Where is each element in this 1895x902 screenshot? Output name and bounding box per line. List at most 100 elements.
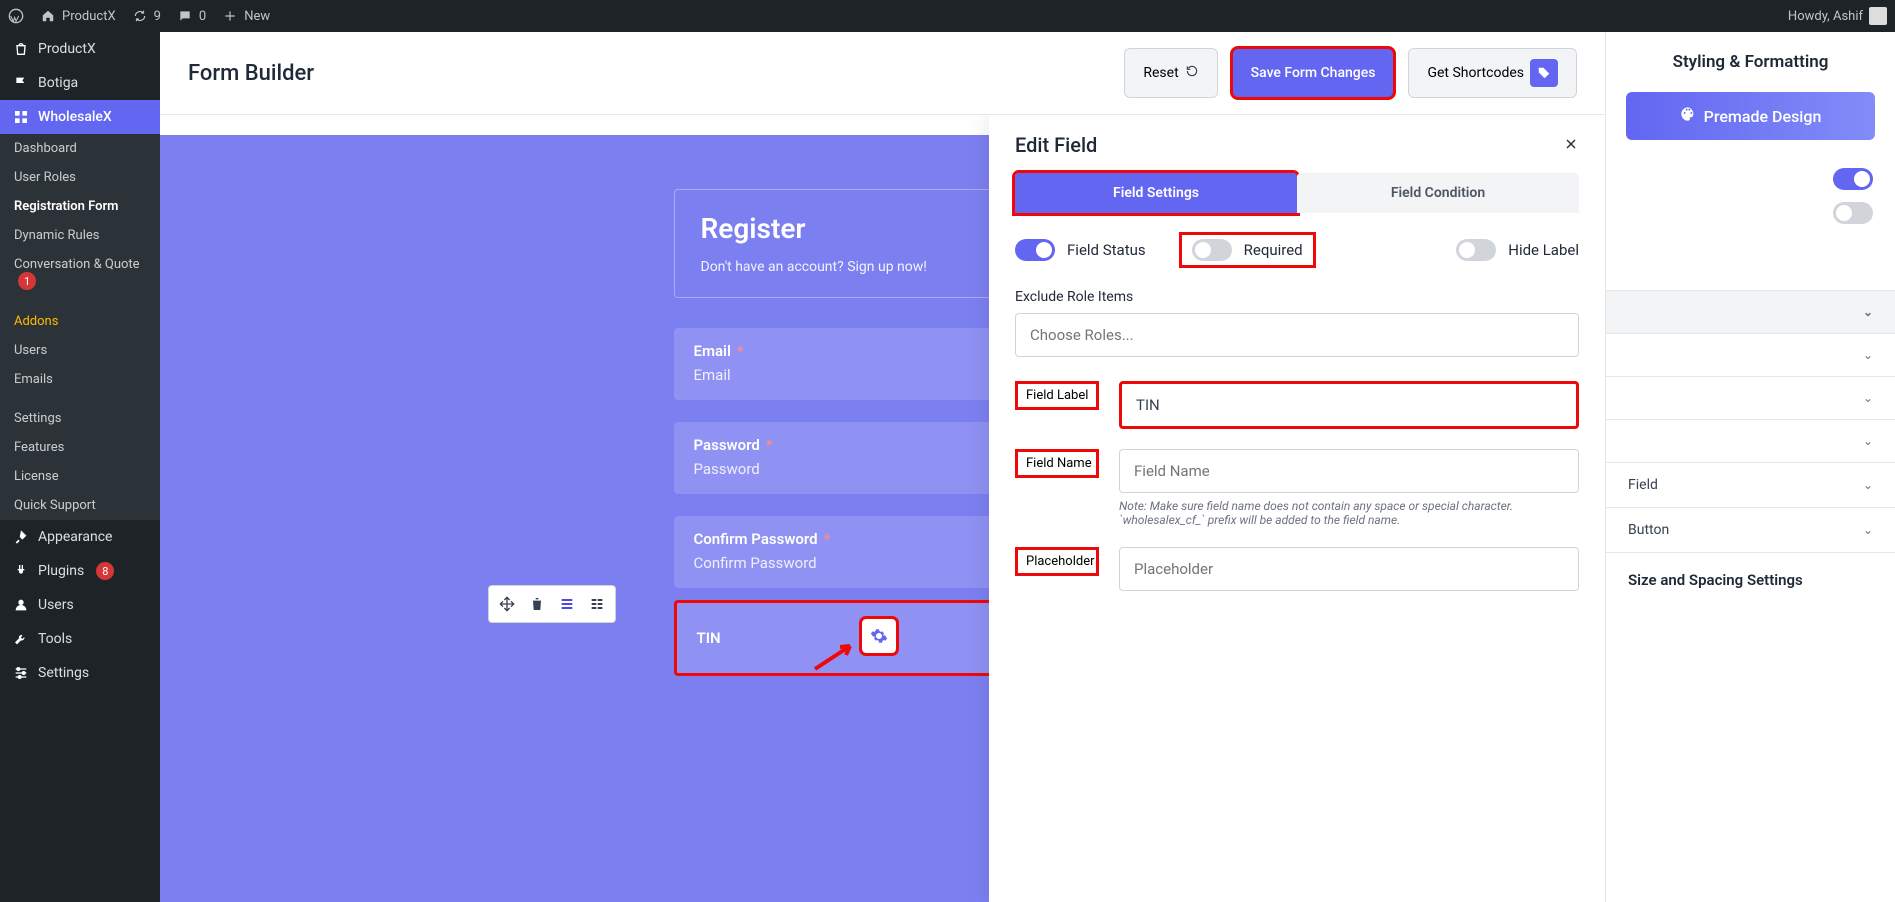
sidebar-item-appearance[interactable]: Appearance — [0, 520, 160, 554]
sidebar-item-wholesalex[interactable]: WholesaleX — [0, 100, 160, 134]
palette-icon — [1680, 106, 1696, 126]
sidebar-item-productx[interactable]: ProductX — [0, 32, 160, 66]
sub-settings[interactable]: Settings — [0, 404, 160, 433]
field-label: Password — [694, 436, 760, 454]
sidebar-submenu: Dashboard User Roles Registration Form D… — [0, 134, 160, 520]
sub-dashboard[interactable]: Dashboard — [0, 134, 160, 163]
close-icon — [1563, 136, 1579, 152]
two-col-button[interactable] — [583, 590, 611, 618]
toggle-label: Required — [1244, 241, 1303, 259]
single-col-button[interactable] — [553, 590, 581, 618]
sub-license[interactable]: License — [0, 462, 160, 491]
rp-toggle-1[interactable] — [1833, 168, 1873, 190]
howdy-text: Howdy, Ashif — [1788, 9, 1863, 24]
exclude-roles-input[interactable] — [1015, 313, 1579, 357]
field-label-input[interactable] — [1119, 381, 1579, 429]
refresh-icon — [132, 8, 148, 24]
new-link[interactable]: New — [222, 8, 270, 24]
sub-support[interactable]: Quick Support — [0, 491, 160, 520]
comments-link[interactable]: 0 — [177, 8, 206, 24]
toggle-status-switch[interactable] — [1015, 239, 1055, 261]
shortcodes-button[interactable]: Get Shortcodes — [1408, 48, 1577, 98]
close-button[interactable] — [1563, 133, 1579, 157]
shortcodes-label: Get Shortcodes — [1427, 65, 1524, 81]
premade-design-button[interactable]: Premade Design — [1626, 92, 1875, 140]
sub-rules[interactable]: Dynamic Rules — [0, 221, 160, 250]
sub-users[interactable]: Users — [0, 336, 160, 365]
sub-roles[interactable]: User Roles — [0, 163, 160, 192]
field-name-label: Field Name — [1015, 449, 1099, 478]
flag-icon — [12, 74, 30, 92]
tab-field-condition[interactable]: Field Condition — [1297, 173, 1579, 213]
howdy-link[interactable]: Howdy, Ashif — [1788, 7, 1887, 25]
plug-icon — [12, 562, 30, 580]
toggle-label: Hide Label — [1508, 241, 1579, 259]
sidebar-label: WholesaleX — [38, 109, 112, 125]
reset-button[interactable]: Reset — [1124, 48, 1217, 98]
tab-field-settings[interactable]: Field Settings — [1015, 173, 1297, 213]
plus-icon — [222, 8, 238, 24]
wp-logo[interactable] — [8, 8, 24, 24]
rp-toggle-2[interactable] — [1833, 202, 1873, 224]
chevron-down-icon: ⌄ — [1863, 391, 1873, 405]
sub-conversation[interactable]: Conversation & Quote 1 — [0, 250, 160, 297]
rp-item-field[interactable]: Field ⌄ — [1606, 463, 1895, 508]
save-label: Save Form Changes — [1251, 65, 1376, 81]
rp-item[interactable]: ⌄ — [1606, 334, 1895, 377]
edit-panel-title: Edit Field — [1015, 133, 1097, 157]
wp-admin-bar: ProductX 9 0 New Howdy, Ashif — [0, 0, 1895, 32]
brush-icon — [12, 528, 30, 546]
field-label: Confirm Password — [694, 530, 818, 548]
sidebar-label: Plugins — [38, 563, 84, 579]
sidebar-label: Settings — [38, 665, 89, 681]
placeholder-input[interactable] — [1119, 547, 1579, 591]
required-mark: * — [737, 342, 744, 360]
toggle-hide-label: Hide Label — [1456, 235, 1579, 265]
exclude-roles-label: Exclude Role Items — [1015, 289, 1579, 305]
canvas-wrap: Register Don't have an account? Sign up … — [160, 115, 1605, 902]
field-settings-button[interactable] — [862, 619, 896, 653]
premade-label: Premade Design — [1704, 107, 1822, 126]
undo-icon — [1185, 64, 1199, 82]
sidebar-item-botiga[interactable]: Botiga — [0, 66, 160, 100]
required-mark: * — [824, 530, 831, 548]
wp-sidebar: ProductX Botiga WholesaleX Dashboard Use… — [0, 32, 160, 902]
delete-button[interactable] — [523, 590, 551, 618]
main-content: Form Builder Reset Save Form Changes Get… — [160, 32, 1895, 902]
reset-label: Reset — [1143, 65, 1178, 81]
updates-link[interactable]: 9 — [132, 8, 161, 24]
sub-registration[interactable]: Registration Form — [0, 192, 160, 221]
field-name-input[interactable] — [1119, 449, 1579, 493]
page-title: Form Builder — [188, 61, 314, 86]
sub-features[interactable]: Features — [0, 433, 160, 462]
toggle-field-status: Field Status — [1015, 235, 1146, 265]
gear-icon — [870, 627, 888, 645]
rp-item-button[interactable]: Button ⌄ — [1606, 508, 1895, 553]
sidebar-label: Botiga — [38, 75, 78, 91]
sidebar-item-settings[interactable]: Settings — [0, 656, 160, 690]
sidebar-item-users[interactable]: Users — [0, 588, 160, 622]
site-name-link[interactable]: ProductX — [40, 8, 116, 24]
comments-count: 0 — [199, 9, 206, 24]
move-button[interactable] — [493, 590, 521, 618]
toggle-hide-switch[interactable] — [1456, 239, 1496, 261]
sidebar-label: Appearance — [38, 529, 112, 545]
tag-icon — [1530, 59, 1558, 87]
wrench-icon — [12, 630, 30, 648]
field-label: Email — [694, 342, 731, 360]
placeholder-label: Placeholder — [1015, 547, 1099, 576]
sub-emails[interactable]: Emails — [0, 365, 160, 394]
site-name: ProductX — [62, 9, 116, 24]
sidebar-item-tools[interactable]: Tools — [0, 622, 160, 656]
rp-item[interactable]: ⌄ — [1606, 377, 1895, 420]
sidebar-label: ProductX — [38, 41, 96, 57]
sliders-icon — [12, 664, 30, 682]
toggle-required-switch[interactable] — [1192, 239, 1232, 261]
rp-item[interactable]: ⌄ — [1606, 420, 1895, 463]
user-icon — [12, 596, 30, 614]
save-button[interactable]: Save Form Changes — [1232, 48, 1395, 98]
sidebar-item-plugins[interactable]: Plugins 8 — [0, 554, 160, 588]
sub-addons[interactable]: Addons — [0, 307, 160, 336]
chevron-down-icon: ⌄ — [1863, 305, 1873, 319]
rp-accordion-header[interactable]: ⌄ — [1606, 291, 1895, 334]
